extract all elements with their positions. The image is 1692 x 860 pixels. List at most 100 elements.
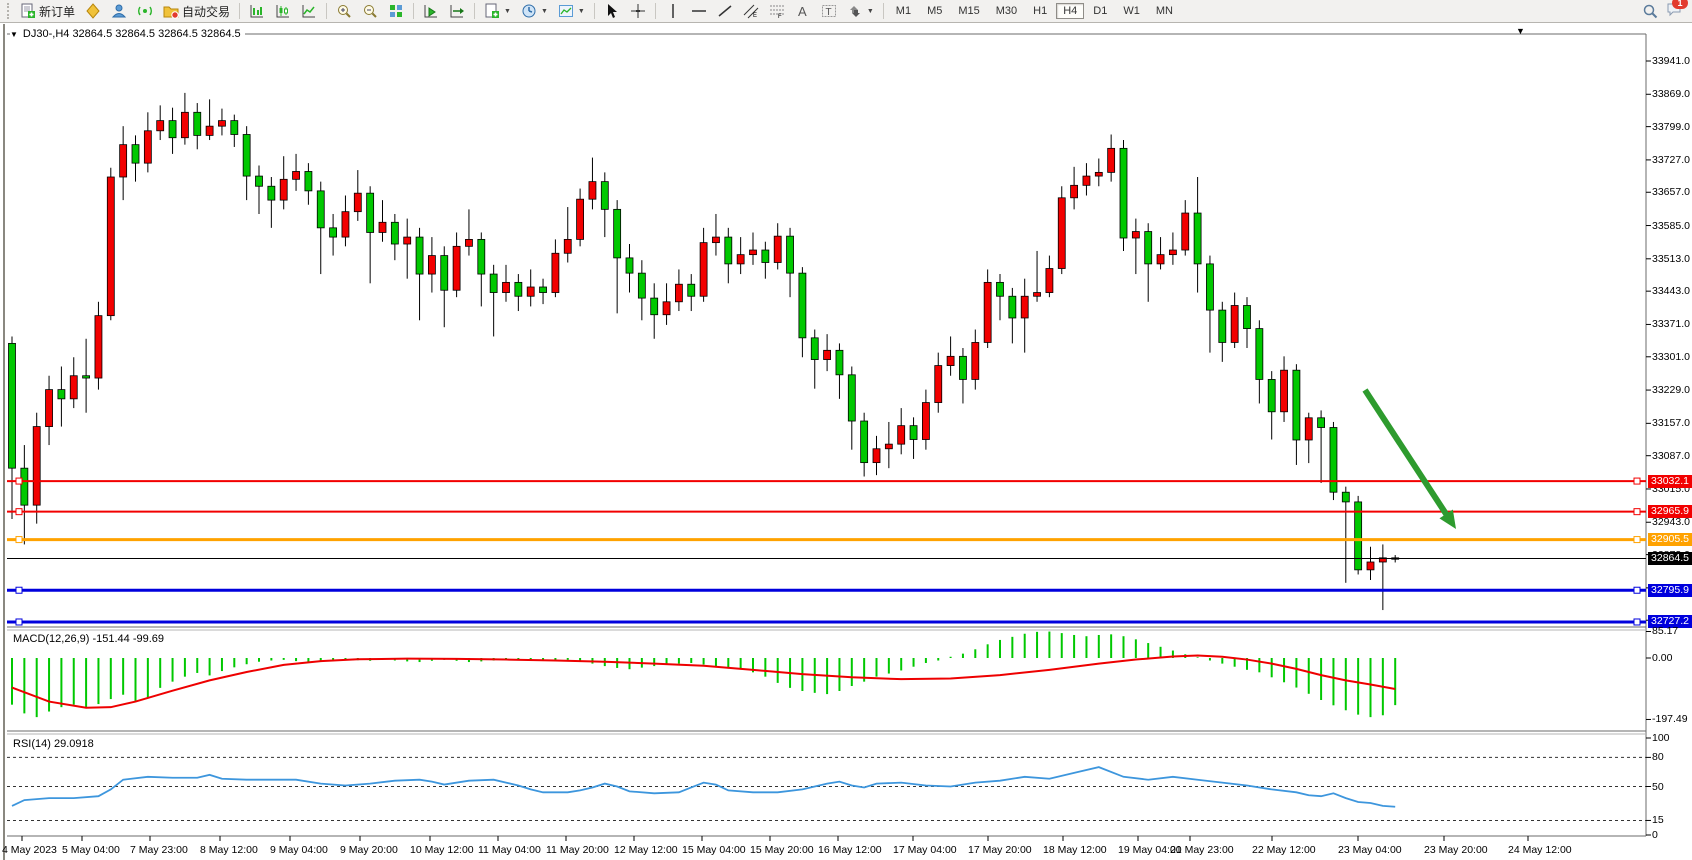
chart-shift-button[interactable] xyxy=(444,0,470,23)
vertical-line-icon xyxy=(665,3,681,19)
toolbar-separator xyxy=(413,3,414,19)
zoom-in-button[interactable] xyxy=(331,0,357,23)
candle-chart-button[interactable] xyxy=(270,0,296,23)
line-chart-button[interactable] xyxy=(296,0,322,23)
toolbar-separator xyxy=(883,3,884,19)
rsi-axis-label: 80 xyxy=(1652,751,1664,763)
timeframe-mn[interactable]: MN xyxy=(1149,3,1180,19)
arrows-shapes-icon xyxy=(847,3,863,19)
crosshair-button[interactable] xyxy=(625,0,651,23)
chevron-down-icon: ▼ xyxy=(867,8,874,15)
trendline-button[interactable] xyxy=(712,0,738,23)
horizontal-line-button[interactable] xyxy=(686,0,712,23)
price-axis-label: 33869.0 xyxy=(1652,88,1690,100)
price-axis-label: 33157.0 xyxy=(1652,417,1690,429)
price-axis-label: 33371.0 xyxy=(1652,318,1690,330)
new-chart-icon xyxy=(484,3,500,19)
calendar-button[interactable] xyxy=(80,0,106,23)
timeframe-w1[interactable]: W1 xyxy=(1116,3,1147,19)
time-axis-label: 22 May 12:00 xyxy=(1252,844,1316,856)
zoom-out-button[interactable] xyxy=(357,0,383,23)
timeframe-m30[interactable]: M30 xyxy=(989,3,1024,19)
macd-axis-label: 85.17 xyxy=(1652,625,1678,637)
text-button[interactable]: A xyxy=(790,0,816,23)
fibonacci-button[interactable]: F xyxy=(764,0,790,23)
timeframe-h4[interactable]: H4 xyxy=(1056,3,1084,19)
mt4-terminal: { "toolbar": { "new_order_label": "新订单",… xyxy=(0,0,1692,860)
vertical-line-button[interactable] xyxy=(660,0,686,23)
tile-windows-icon xyxy=(388,3,404,19)
time-axis-label: 23 May 20:00 xyxy=(1424,844,1488,856)
text-label-button[interactable]: T xyxy=(816,0,842,23)
zoom-in-icon xyxy=(336,3,352,19)
arrows-button[interactable]: ▼ xyxy=(842,0,879,23)
timeframe-d1[interactable]: D1 xyxy=(1086,3,1114,19)
price-axis-label: 33727.0 xyxy=(1652,154,1690,166)
rsi-axis-label: 100 xyxy=(1652,732,1670,744)
price-axis-label: 33941.0 xyxy=(1652,55,1690,67)
chart-window[interactable]: ▼ DJ30-,H4 32864.5 32864.5 32864.5 32864.… xyxy=(0,24,1692,860)
cursor-button[interactable] xyxy=(599,0,625,23)
timeframe-m5[interactable]: M5 xyxy=(920,3,949,19)
chart-title: ▼ DJ30-,H4 32864.5 32864.5 32864.5 32864.… xyxy=(10,28,245,40)
text-label-icon: T xyxy=(821,3,837,19)
svg-text:T: T xyxy=(825,7,831,18)
market-button[interactable] xyxy=(106,0,132,23)
time-axis-label: 24 May 12:00 xyxy=(1508,844,1572,856)
timeframe-m1[interactable]: M1 xyxy=(889,3,918,19)
signals-button[interactable] xyxy=(132,0,158,23)
notification-badge: 1 xyxy=(1672,0,1688,9)
price-axis-label: 33443.0 xyxy=(1652,285,1690,297)
bar-chart-icon xyxy=(249,3,265,19)
toolbar-separator xyxy=(474,3,475,19)
equidistant-channel-button[interactable]: E xyxy=(738,0,764,23)
time-axis-label: 15 May 04:00 xyxy=(682,844,746,856)
autotrade-icon xyxy=(163,3,179,19)
periods-button[interactable]: ▼ xyxy=(516,0,553,23)
time-axis-label: 18 May 12:00 xyxy=(1043,844,1107,856)
time-axis-label: 16 May 12:00 xyxy=(818,844,882,856)
svg-text:F: F xyxy=(778,14,782,19)
time-axis-label: 11 May 20:00 xyxy=(546,844,609,856)
auto-scroll-icon xyxy=(423,3,439,19)
autotrade-button[interactable]: 自动交易 xyxy=(158,0,235,23)
profile-icon xyxy=(111,3,127,19)
notifications-button[interactable]: 1 xyxy=(1666,1,1682,22)
chart-title-text: DJ30-,H4 32864.5 32864.5 32864.5 32864.5 xyxy=(23,28,241,40)
cursor-arrow-icon xyxy=(604,3,620,19)
time-axis-label: 4 May 2023 xyxy=(2,844,57,856)
toolbar-grip xyxy=(7,3,12,19)
main-toolbar: 新订单 自动交易 ▼ ▼ ▼ E F A T ▼ M1M5M15M30H1H4D… xyxy=(0,0,1692,23)
templates-button[interactable]: ▼ xyxy=(553,0,590,23)
chevron-down-icon: ▼ xyxy=(578,8,585,15)
new-order-button[interactable]: 新订单 xyxy=(15,0,80,23)
axis-layer: 33941.033869.033799.033727.033657.033585… xyxy=(0,24,1692,860)
tile-windows-button[interactable] xyxy=(383,0,409,23)
new-chart-button[interactable]: ▼ xyxy=(479,0,516,23)
funnel-icon xyxy=(85,3,101,19)
candle-chart-icon xyxy=(275,3,291,19)
bar-chart-button[interactable] xyxy=(244,0,270,23)
timeframe-h1[interactable]: H1 xyxy=(1026,3,1054,19)
time-axis-label: 9 May 20:00 xyxy=(340,844,398,856)
chart-shift-marker[interactable]: ▼ xyxy=(1516,26,1525,36)
price-line-label: 32864.5 xyxy=(1648,552,1692,565)
price-line-label: 32795.9 xyxy=(1648,584,1692,597)
timeframe-m15[interactable]: M15 xyxy=(951,3,986,19)
chart-shift-icon xyxy=(449,3,465,19)
toolbar-separator xyxy=(326,3,327,19)
crosshair-icon xyxy=(630,3,646,19)
zoom-out-icon xyxy=(362,3,378,19)
time-axis-label: 12 May 12:00 xyxy=(614,844,678,856)
price-axis-label: 33585.0 xyxy=(1652,220,1690,232)
auto-scroll-button[interactable] xyxy=(418,0,444,23)
new-order-icon xyxy=(20,3,36,19)
toolbar-separator xyxy=(239,3,240,19)
search-icon[interactable] xyxy=(1642,3,1658,19)
time-axis-label: 5 May 04:00 xyxy=(62,844,120,856)
time-axis-label: 8 May 12:00 xyxy=(200,844,258,856)
price-line-label: 32905.5 xyxy=(1648,533,1692,546)
collapse-icon[interactable]: ▼ xyxy=(10,30,18,39)
price-axis-label: 33657.0 xyxy=(1652,186,1690,198)
macd-axis-label: -197.49 xyxy=(1652,713,1688,725)
